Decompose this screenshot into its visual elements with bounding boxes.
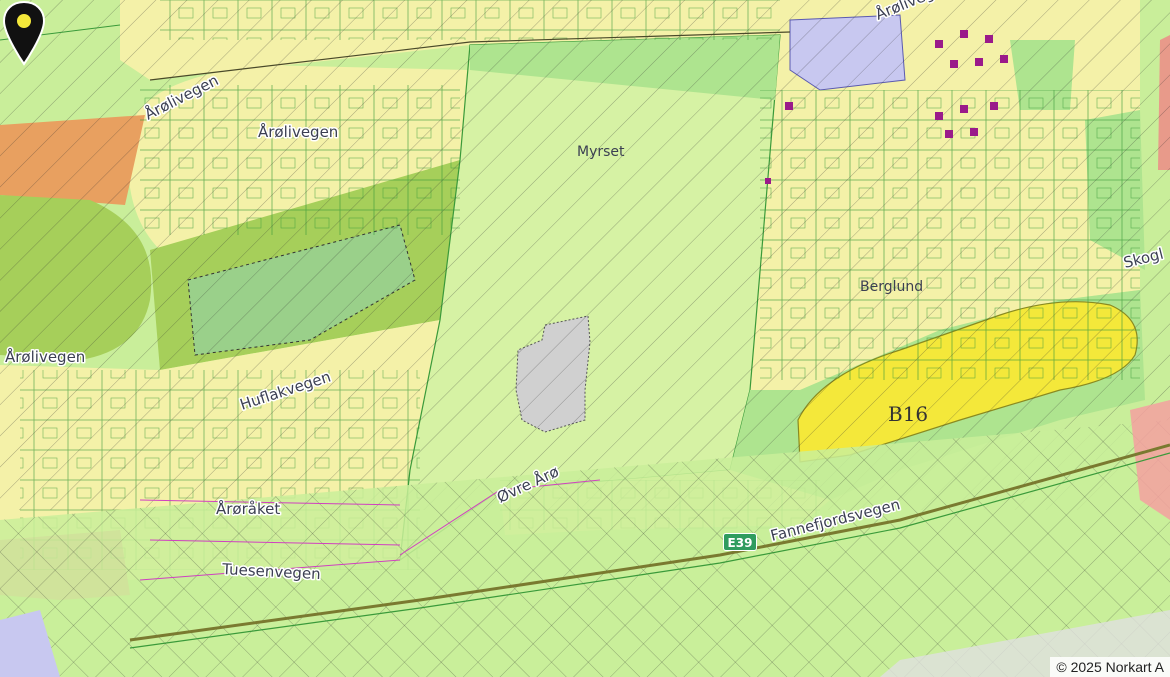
map-attribution: © 2025 Norkart A <box>1050 657 1170 677</box>
zone-code-b16: B16 <box>888 402 928 426</box>
road-shield-e39: E39 <box>723 533 757 551</box>
map-canvas[interactable]: Årølivegen Årølivegen Årølivegen Årølive… <box>0 0 1170 677</box>
street-label-arolivegen-left: Årølivegen <box>5 347 85 366</box>
place-label-berglund: Berglund <box>860 279 923 295</box>
place-label-myrset: Myrset <box>577 144 625 160</box>
map-view[interactable]: Årølivegen Årølivegen Årølivegen Årølive… <box>0 0 1170 677</box>
street-label-arolivegen-mid: Årølivegen <box>258 122 338 141</box>
map-pin-icon[interactable] <box>0 0 48 68</box>
street-label-arorakaet: Årøråket <box>216 499 280 518</box>
